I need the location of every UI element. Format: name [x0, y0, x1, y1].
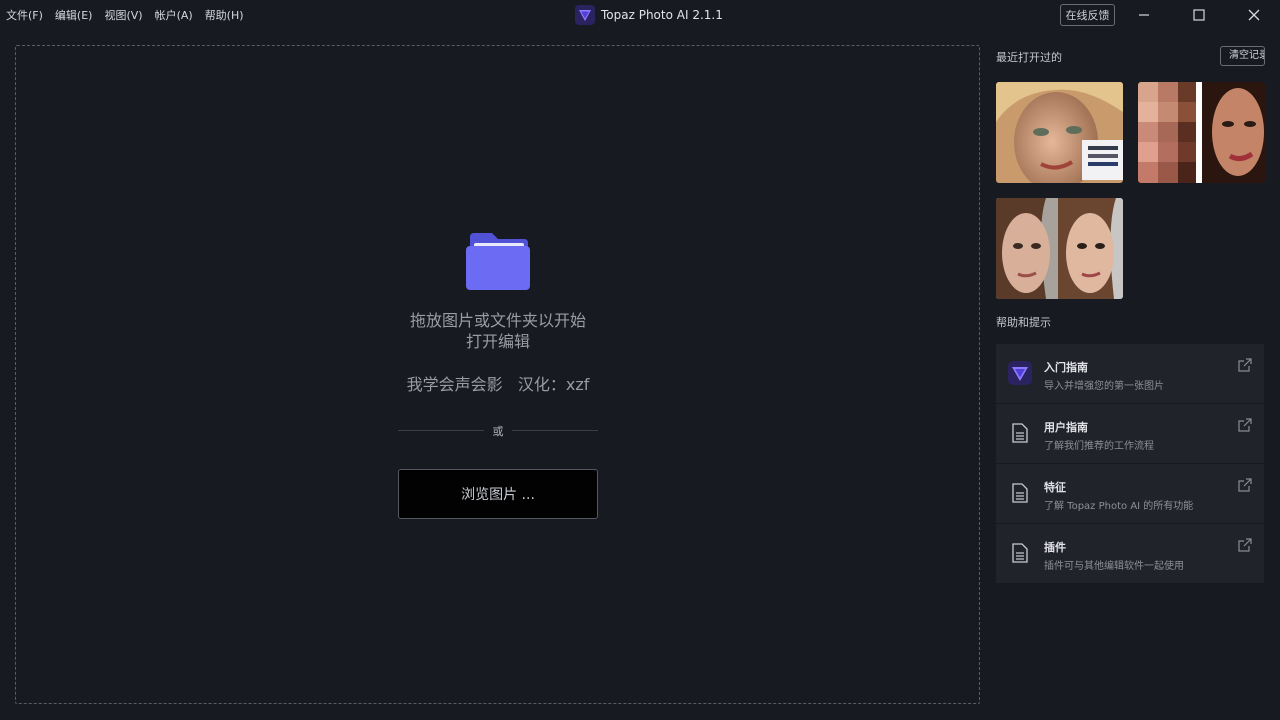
document-icon	[1012, 483, 1028, 503]
document-icon	[1012, 543, 1028, 563]
recent-title: 最近打开过的	[996, 51, 1062, 64]
portrait-comparison-photo	[996, 198, 1123, 299]
help-item-getting-started[interactable]: 入门指南 导入并增强您的第一张图片	[996, 344, 1264, 403]
recent-thumbnail-2[interactable]	[1138, 82, 1265, 183]
drop-text-line2: 打开编辑	[465, 332, 530, 351]
title-bar: 文件(F) 编辑(E) 视图(V) 帐户(A) 帮助(H) Topaz Phot…	[0, 0, 1280, 30]
help-title: 帮助和提示	[996, 316, 1051, 329]
drop-zone[interactable]: 拖放图片或文件夹以开始 打开编辑 我学会声会影 汉化：xzf 或 浏览图片 ..…	[15, 45, 980, 704]
or-label: 或	[492, 425, 504, 438]
help-item-plugins[interactable]: 插件 插件可与其他编辑软件一起使用	[996, 524, 1264, 583]
minimize-icon	[1139, 14, 1149, 16]
drop-instructions: 拖放图片或文件夹以开始 打开编辑	[348, 310, 648, 352]
help-item-description: 了解 Topaz Photo AI 的所有功能	[1044, 501, 1194, 512]
maximize-icon	[1193, 9, 1205, 21]
help-item-icon-wrapper	[1008, 421, 1032, 445]
help-item-icon-wrapper	[1008, 361, 1032, 385]
external-link-icon[interactable]	[1238, 538, 1252, 552]
feedback-button[interactable]: 在线反馈	[1060, 4, 1115, 26]
drop-text-line1: 拖放图片或文件夹以开始	[409, 311, 586, 330]
app-title: Topaz Photo AI 2.1.1	[575, 4, 723, 26]
external-link-icon[interactable]	[1238, 358, 1252, 372]
minimize-button[interactable]	[1126, 0, 1162, 30]
pixelated-portrait-photo	[1138, 82, 1265, 183]
menu-edit[interactable]: 编辑(E)	[55, 7, 93, 23]
help-item-title: 入门指南	[1044, 361, 1088, 374]
help-item-icon-wrapper	[1008, 541, 1032, 565]
external-link-icon[interactable]	[1238, 418, 1252, 432]
browse-images-button[interactable]: 浏览图片 ...	[398, 469, 598, 519]
portrait-photo-1	[996, 82, 1123, 183]
maximize-button[interactable]	[1181, 0, 1217, 30]
external-link-icon[interactable]	[1238, 478, 1252, 492]
recent-thumbnail-3[interactable]	[996, 198, 1123, 299]
document-icon	[1012, 423, 1028, 443]
menu-account[interactable]: 帐户(A)	[155, 7, 193, 23]
help-item-icon-wrapper	[1008, 481, 1032, 505]
help-item-title: 特征	[1044, 481, 1066, 494]
help-item-user-guide[interactable]: 用户指南 了解我们推荐的工作流程	[996, 404, 1264, 463]
app-title-text: Topaz Photo AI 2.1.1	[601, 8, 723, 22]
menu-help[interactable]: 帮助(H)	[205, 7, 244, 23]
recent-thumbnail-1[interactable]	[996, 82, 1123, 183]
topaz-logo-icon	[575, 5, 595, 25]
menu-file[interactable]: 文件(F)	[6, 7, 43, 23]
help-list: 入门指南 导入并增强您的第一张图片 用户指南 了解我们推荐的工作流程 特征 了解…	[996, 344, 1264, 584]
or-divider: 或	[398, 421, 598, 439]
help-item-title: 用户指南	[1044, 421, 1088, 434]
help-item-description: 导入并增强您的第一张图片	[1044, 381, 1164, 392]
help-item-title: 插件	[1044, 541, 1066, 554]
close-button[interactable]	[1236, 0, 1272, 30]
menu-view[interactable]: 视图(V)	[104, 7, 142, 23]
menu-bar: 文件(F) 编辑(E) 视图(V) 帐户(A) 帮助(H)	[6, 0, 256, 30]
help-item-features[interactable]: 特征 了解 Topaz Photo AI 的所有功能	[996, 464, 1264, 523]
help-item-description: 了解我们推荐的工作流程	[1044, 441, 1154, 452]
folder-icon	[466, 233, 530, 290]
close-icon	[1248, 9, 1260, 21]
topaz-logo-icon	[1008, 361, 1032, 385]
credit-text: 我学会声会影 汉化：xzf	[406, 375, 590, 394]
help-item-description: 插件可与其他编辑软件一起使用	[1044, 561, 1184, 572]
clear-history-button[interactable]: 清空记录	[1220, 46, 1265, 66]
